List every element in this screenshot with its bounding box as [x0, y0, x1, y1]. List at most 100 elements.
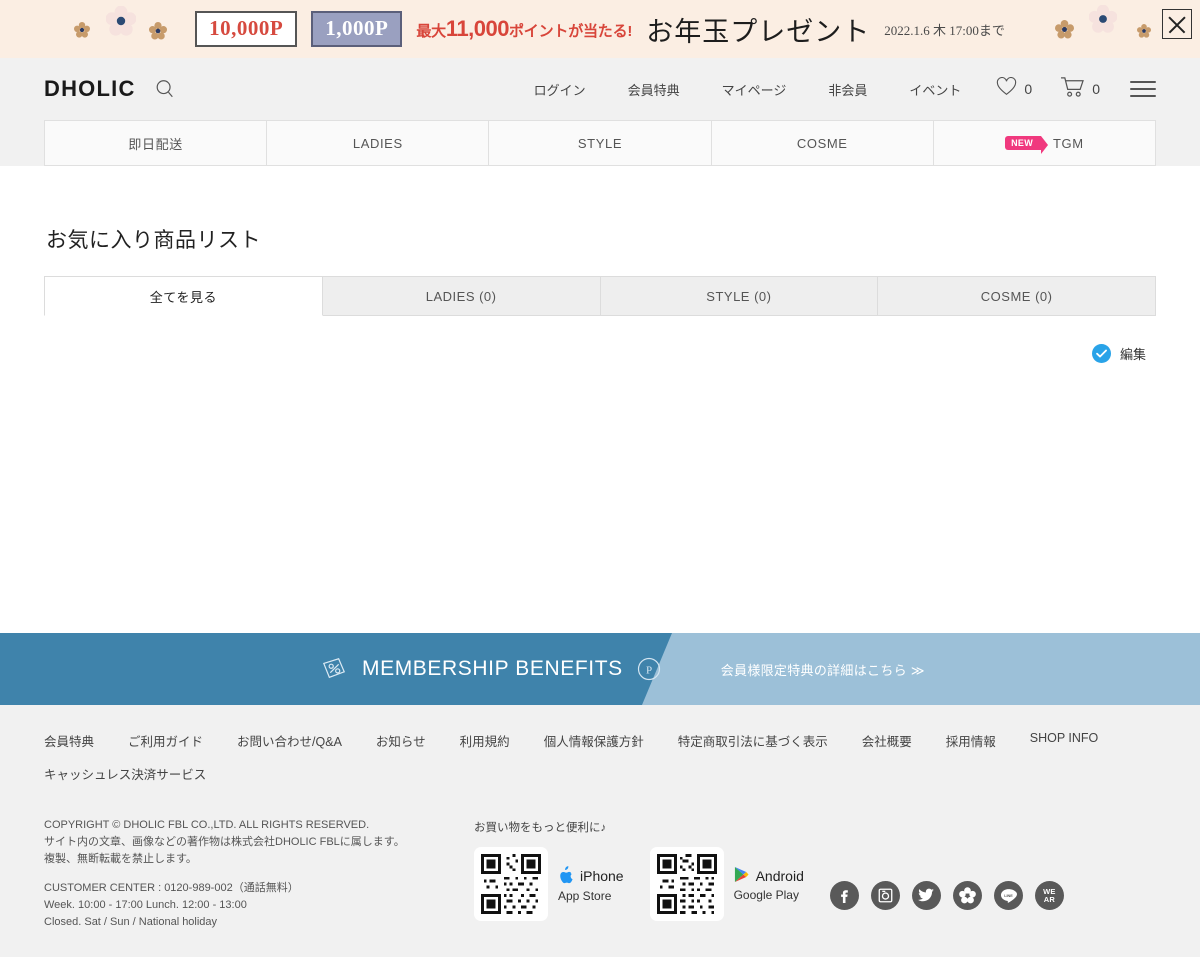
nav-tab-sameday[interactable]: 即日配送: [44, 120, 267, 166]
flower-decoration-icon: [149, 22, 167, 40]
footer-app-section: お買い物をもっと便利に♪ iPhone App Store Android Go…: [474, 817, 1156, 931]
nav-tab-label: LADIES: [352, 135, 403, 151]
cart-count: 0: [1092, 81, 1100, 97]
flower-icon[interactable]: [952, 881, 982, 910]
tab-all[interactable]: 全てを見る: [44, 276, 323, 316]
wear-icon[interactable]: WE AR: [1034, 881, 1064, 910]
promo-deadline: 2022.1.6 木 17:00まで: [884, 22, 1005, 38]
favorites-tabs: 全てを見る LADIES (0) STYLE (0) COSME (0): [44, 276, 1156, 316]
site-header: DHOLIC ログイン 会員特典 マイページ 非会員 イベント 0 0: [0, 58, 1200, 120]
promo-title: お年玉プレゼント: [646, 16, 871, 47]
qr-code-iphone: [474, 847, 548, 921]
tab-cosme[interactable]: COSME (0): [878, 276, 1156, 316]
footer-link-terms[interactable]: 利用規約: [460, 731, 510, 750]
search-icon[interactable]: [154, 78, 176, 100]
promo-max-number: 11,000: [445, 16, 510, 41]
wishlist-button[interactable]: 0: [982, 76, 1046, 101]
app-item-android[interactable]: Android Google Play: [649, 847, 804, 921]
line-icon[interactable]: LINE: [993, 881, 1023, 910]
app-store-iphone: App Store: [558, 888, 612, 903]
footer-link-contact[interactable]: お問い合わせ/Q&A: [237, 731, 342, 750]
footer-link-benefits[interactable]: 会員特典: [44, 731, 94, 750]
header-nav-link-event[interactable]: イベント: [888, 80, 982, 99]
app-section-heading: お買い物をもっと便利に♪: [474, 822, 607, 834]
copyright-line-2: サイト内の文章、画像などの著作物は株式会社DHOLIC FBLに属します。: [44, 836, 405, 849]
site-footer: 会員特典 ご利用ガイド お問い合わせ/Q&A お知らせ 利用規約 個人情報保護方…: [0, 705, 1200, 957]
customer-center-closed: Closed. Sat / Sun / National holiday: [44, 916, 218, 929]
cart-icon: [1060, 76, 1085, 103]
footer-link-cashless[interactable]: キャッシュレス決済サービス: [44, 764, 1100, 783]
instagram-icon[interactable]: [870, 881, 900, 910]
new-badge: NEW: [1005, 135, 1048, 154]
nav-tab-label: TGM: [1053, 135, 1084, 151]
nav-tab-style[interactable]: STYLE: [488, 120, 711, 166]
nav-tab-label: STYLE: [577, 135, 623, 151]
tab-label: 全てを見る: [149, 289, 217, 305]
google-play-icon: [734, 866, 749, 886]
app-name-android: Android: [755, 868, 804, 884]
flower-decoration-icon: [74, 22, 90, 38]
nav-tab-tgm[interactable]: NEW TGM: [932, 120, 1157, 166]
promo-max-suffix: ポイントが当たる!: [509, 23, 633, 40]
footer-link-company[interactable]: 会社概要: [862, 731, 912, 750]
copyright-line-1: COPYRIGHT © DHOLIC FBL CO.,LTD. ALL RIGH…: [44, 819, 370, 831]
header-nav-link-mypage[interactable]: マイページ: [701, 80, 808, 99]
wishlist-count: 0: [1024, 81, 1033, 97]
flower-decoration-icon: [105, 5, 137, 36]
membership-benefits-banner[interactable]: MEMBERSHIP BENEFITS P 会員様限定特典の詳細はこちら ≫: [0, 633, 1200, 705]
facebook-icon[interactable]: [829, 881, 859, 910]
customer-center-line: CUSTOMER CENTER : 0120-989-002（通話無料）: [44, 882, 299, 895]
promo-point-box-1: 10,000P: [195, 11, 298, 47]
apple-icon: [558, 865, 573, 887]
tab-label: LADIES (0): [425, 288, 497, 304]
edit-label: 編集: [1119, 347, 1146, 362]
footer-link-shop-info[interactable]: SHOP INFO: [1030, 731, 1099, 750]
header-nav-link-login[interactable]: ログイン: [513, 80, 607, 99]
membership-detail-link[interactable]: 会員様限定特典の詳細はこちら ≫: [721, 660, 925, 679]
page-title: お気に入り商品リスト: [46, 229, 261, 252]
cart-button[interactable]: 0: [1046, 76, 1114, 103]
footer-links: 会員特典 ご利用ガイド お問い合わせ/Q&A お知らせ 利用規約 個人情報保護方…: [44, 731, 1134, 797]
tab-label: STYLE (0): [706, 288, 772, 304]
header-nav: ログイン 会員特典 マイページ 非会員 イベント 0 0: [513, 76, 1156, 103]
footer-copyright: COPYRIGHT © DHOLIC FBL CO.,LTD. ALL RIGH…: [44, 817, 474, 931]
discount-ticket-icon: [320, 656, 348, 682]
membership-banner-title: MEMBERSHIP BENEFITS: [362, 657, 623, 680]
tab-label: COSME (0): [980, 288, 1053, 304]
app-store-android: Google Play: [733, 888, 799, 902]
site-logo[interactable]: DHOLIC: [44, 76, 136, 102]
header-nav-link-benefits[interactable]: 会員特典: [607, 80, 701, 99]
tab-ladies[interactable]: LADIES (0): [322, 276, 601, 316]
flower-decoration-icon: [1055, 20, 1074, 39]
header-nav-link-guest[interactable]: 非会員: [807, 80, 888, 99]
footer-link-privacy[interactable]: 個人情報保護方針: [544, 731, 644, 750]
nav-tab-label: COSME: [796, 135, 848, 151]
wear-label: WE AR: [1043, 886, 1056, 904]
app-name-iphone: iPhone: [580, 868, 624, 884]
footer-link-commercial-law[interactable]: 特定商取引法に基づく表示: [678, 731, 828, 750]
promo-banner: 10,000P 1,000P 最大11,000ポイントが当たる! お年玉プレゼン…: [0, 0, 1200, 58]
tab-style[interactable]: STYLE (0): [600, 276, 879, 316]
promo-point-box-2: 1,000P: [311, 11, 403, 47]
nav-tab-ladies[interactable]: LADIES: [266, 120, 489, 166]
promo-max-prefix: 最大: [416, 23, 446, 40]
app-item-iphone[interactable]: iPhone App Store: [474, 847, 624, 921]
close-icon[interactable]: [1162, 9, 1192, 39]
copyright-line-3: 複製、無断転載を禁止します。: [44, 853, 197, 866]
footer-link-guide[interactable]: ご利用ガイド: [128, 731, 203, 750]
nav-tab-label: 即日配送: [128, 136, 183, 152]
twitter-icon[interactable]: [911, 881, 941, 910]
nav-tab-cosme[interactable]: COSME: [710, 120, 933, 166]
hamburger-icon[interactable]: [1130, 81, 1156, 97]
customer-center-hours: Week. 10:00 - 17:00 Lunch. 12:00 - 13:00: [44, 899, 247, 912]
main-content: お気に入り商品リスト 全てを見る LADIES (0) STYLE (0) CO…: [0, 166, 1200, 633]
check-circle-icon: [1091, 344, 1111, 363]
svg-text:P: P: [646, 665, 652, 677]
social-links: LINE WE AR: [829, 847, 1064, 910]
footer-link-recruit[interactable]: 採用情報: [946, 731, 996, 750]
footer-link-news[interactable]: お知らせ: [376, 731, 426, 750]
heart-icon: [996, 76, 1017, 101]
edit-button[interactable]: 編集: [44, 316, 1156, 363]
qr-code-android: [649, 847, 724, 921]
empty-favorites-area: [44, 363, 1156, 633]
